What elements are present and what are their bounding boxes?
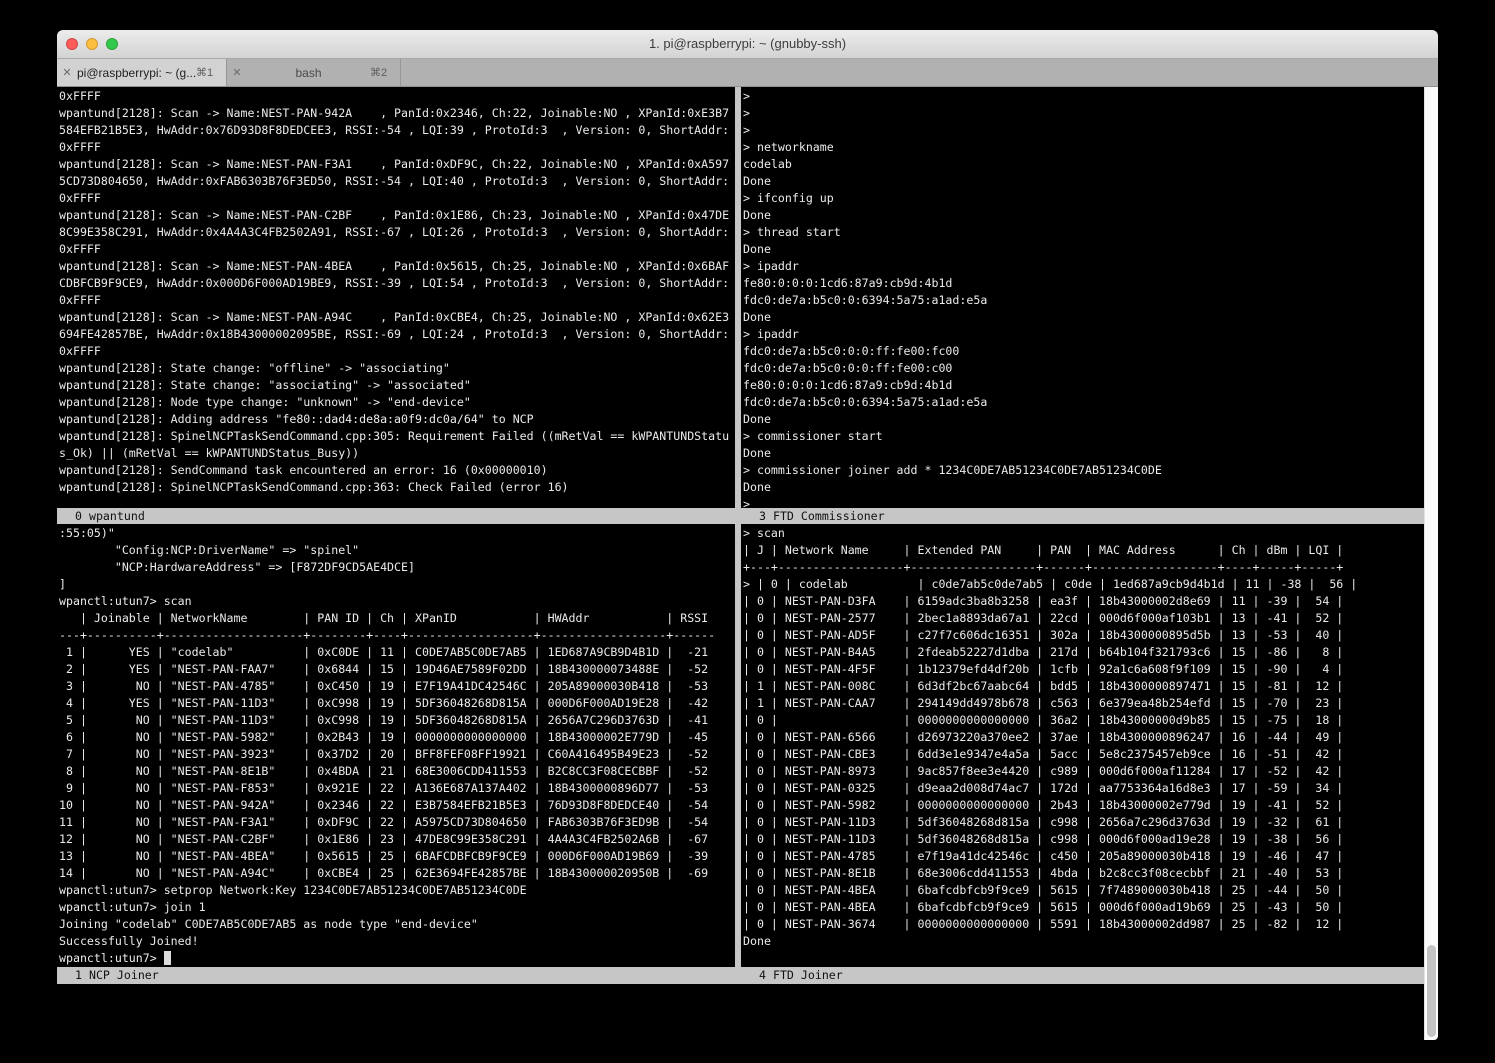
pane-caption-row-bottom: 1 NCP Joiner 4 FTD Joiner — [57, 967, 1424, 984]
tab-bash[interactable]: ✕ bash ⌘2 — [227, 59, 401, 86]
pane-caption-row-middle: 0 wpantund 3 FTD Commissioner — [57, 508, 1424, 524]
tab-shortcut: ⌘2 — [370, 66, 400, 79]
pane-caption-ftd-commissioner: 3 FTD Commissioner — [741, 508, 1424, 524]
tab-label: bash — [247, 66, 370, 80]
window-title: 1. pi@raspberrypi: ~ (gnubby-ssh) — [57, 30, 1438, 58]
pane-caption-wpantund: 0 wpantund — [57, 508, 735, 524]
tab-ssh-session[interactable]: ✕ pi@raspberrypi: ~ (g... ⌘1 — [57, 59, 227, 86]
tab-label: pi@raspberrypi: ~ (g... — [77, 66, 196, 80]
window-titlebar[interactable]: 1. pi@raspberrypi: ~ (gnubby-ssh) — [57, 30, 1438, 59]
pane-wpantund-log[interactable]: 0xFFFF wpantund[2128]: Scan -> Name:NEST… — [57, 87, 737, 509]
terminal-content: 0xFFFF wpantund[2128]: Scan -> Name:NEST… — [57, 87, 1438, 1040]
tab-shortcut: ⌘1 — [196, 66, 226, 79]
pane-divider[interactable] — [735, 87, 741, 967]
scrollbar-track[interactable] — [1424, 87, 1438, 1040]
pane-caption-ftd-joiner: 4 FTD Joiner — [741, 967, 1424, 984]
scrollbar-thumb[interactable] — [1427, 945, 1436, 1037]
close-tab-icon[interactable]: ✕ — [227, 66, 247, 79]
pane-ncp-joiner[interactable]: :55:05)" "Config:NCP:DriverName" => "spi… — [57, 524, 737, 968]
pane-caption-ncp-joiner: 1 NCP Joiner — [57, 967, 735, 984]
terminal-window: 1. pi@raspberrypi: ~ (gnubby-ssh) ✕ pi@r… — [57, 30, 1438, 1040]
screenshot-stage: 1. pi@raspberrypi: ~ (gnubby-ssh) ✕ pi@r… — [0, 0, 1495, 1063]
tab-bar: ✕ pi@raspberrypi: ~ (g... ⌘1 ✕ bash ⌘2 — [57, 59, 1438, 87]
pane-ftd-commissioner[interactable]: > > > > networkname codelab Done > ifcon… — [741, 87, 1426, 509]
block-cursor — [164, 951, 171, 965]
close-tab-icon[interactable]: ✕ — [57, 66, 77, 79]
pane-ftd-joiner[interactable]: > scan | J | Network Name | Extended PAN… — [741, 524, 1426, 968]
